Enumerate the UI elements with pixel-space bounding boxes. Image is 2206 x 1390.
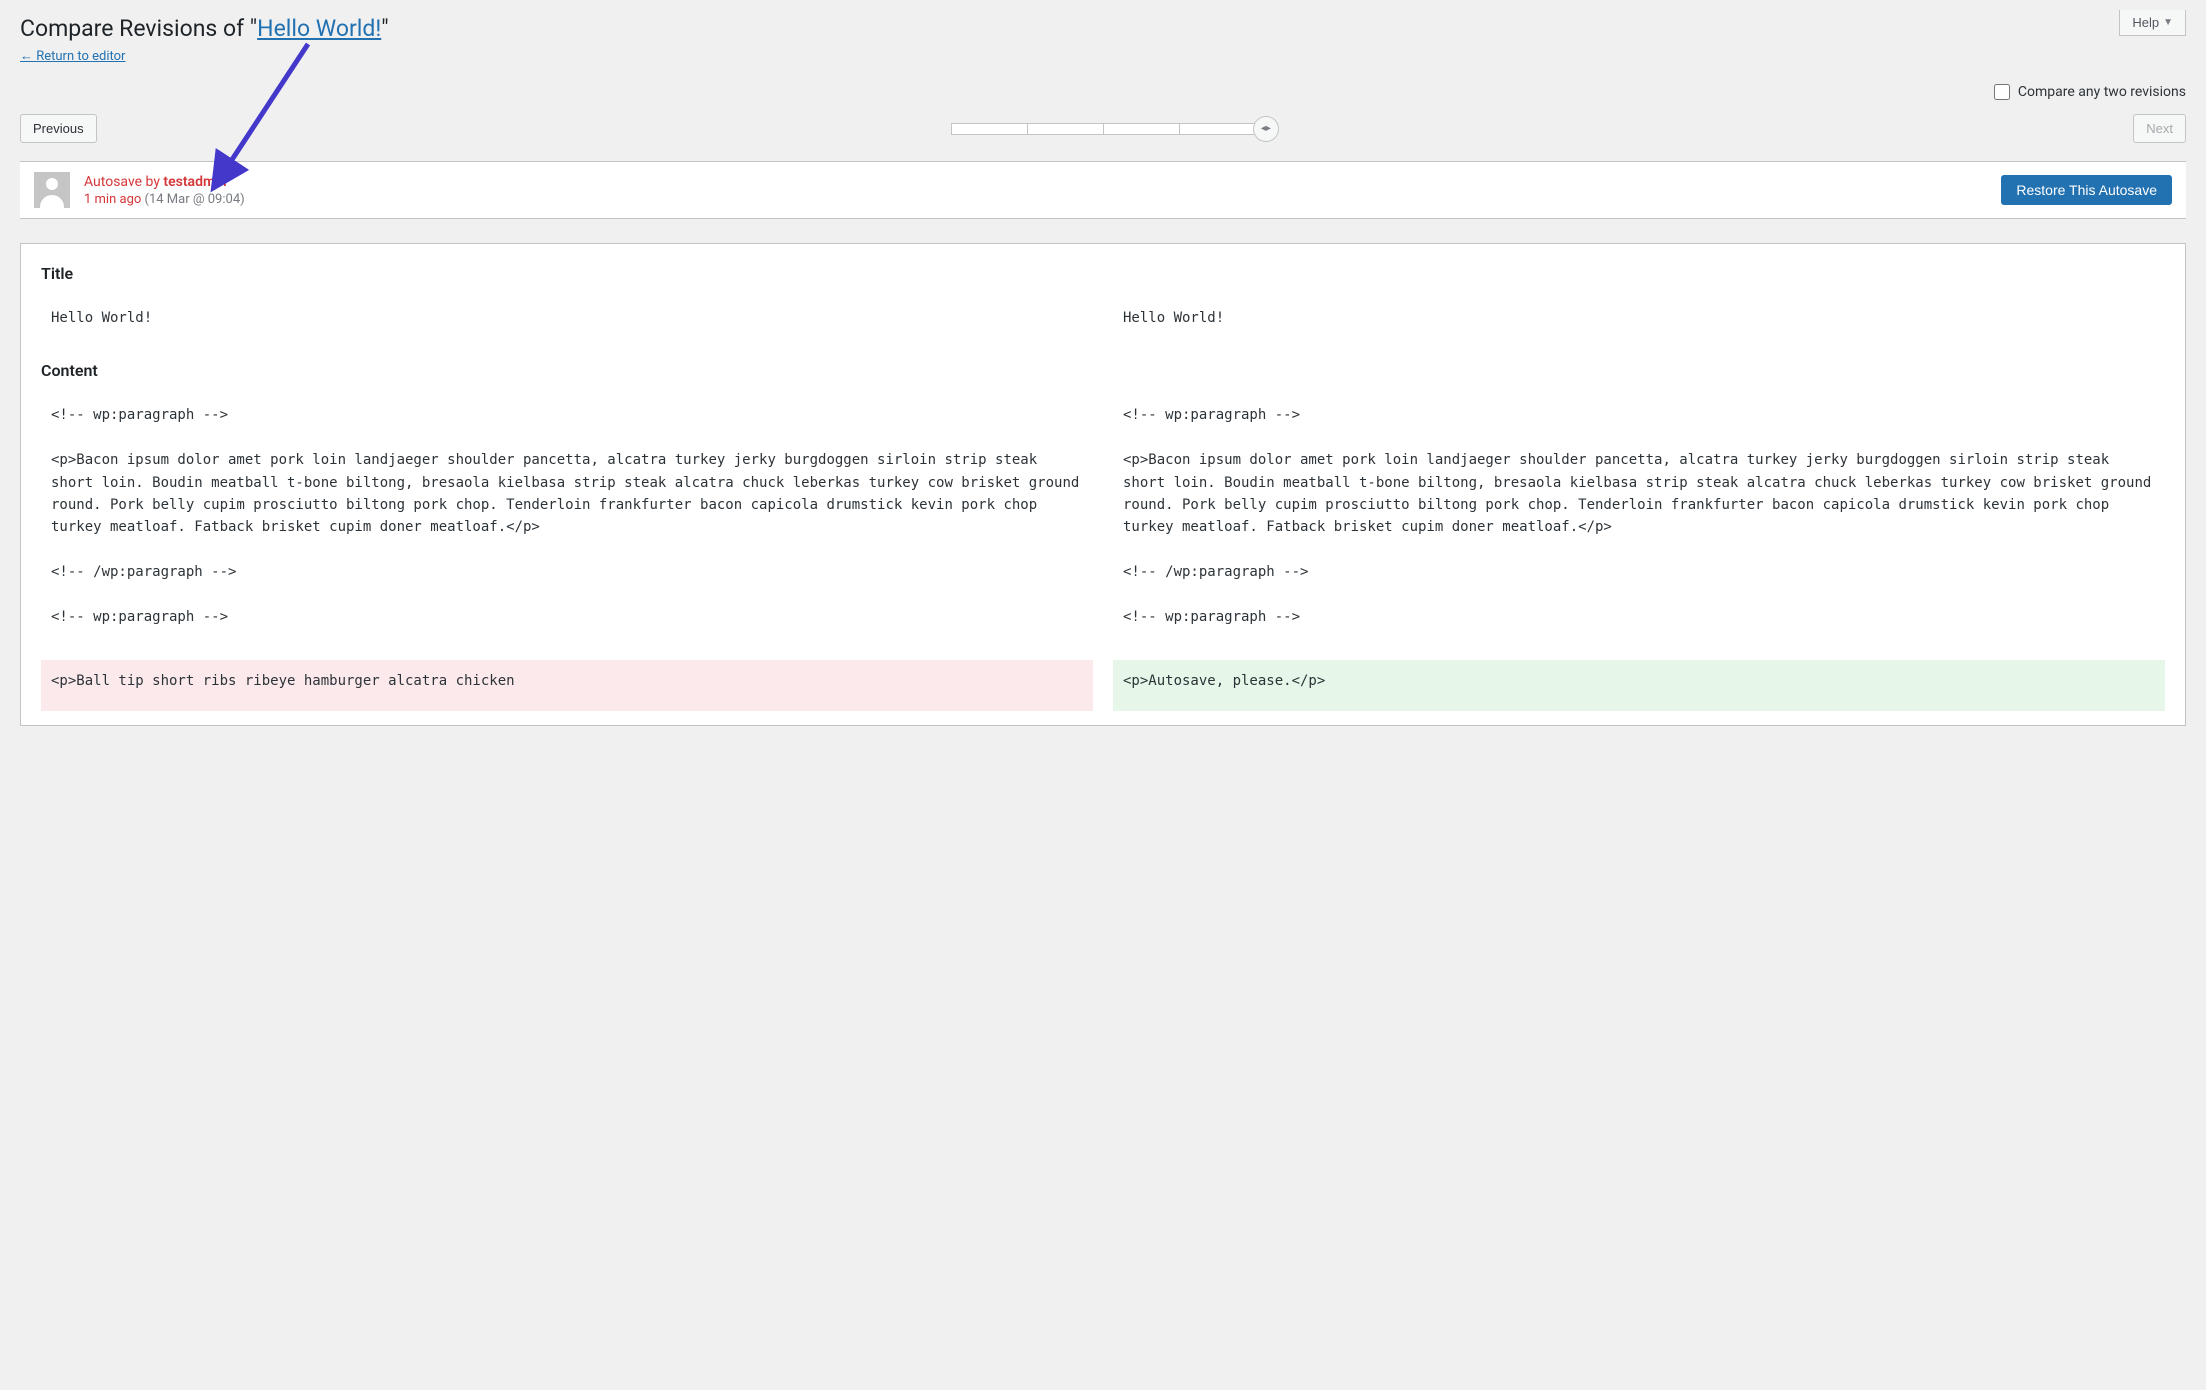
chevron-down-icon: ▼ <box>2163 17 2173 28</box>
content-right-added: <p>Autosave, please.</p> <box>1113 660 2165 710</box>
next-button: Next <box>2133 114 2186 143</box>
slider-segment <box>1104 124 1180 134</box>
content-right-block: <!-- wp:paragraph --> <p>Bacon ipsum dol… <box>1113 394 2165 646</box>
slider-track <box>951 123 1257 135</box>
slider-segment <box>952 124 1028 134</box>
compare-any-two-text: Compare any two revisions <box>2018 84 2186 100</box>
previous-button[interactable]: Previous <box>20 114 97 143</box>
return-to-editor-link[interactable]: ← Return to editor <box>20 48 125 64</box>
autosave-ago: 1 min ago <box>84 192 145 207</box>
autosave-timestamp: (14 Mar @ 09:04) <box>145 192 245 207</box>
avatar <box>34 172 70 208</box>
compare-any-two-checkbox-label[interactable]: Compare any two revisions <box>1994 84 2186 100</box>
autosave-time-line: 1 min ago (14 Mar @ 09:04) <box>84 192 245 207</box>
title-left: Hello World! <box>41 297 1093 347</box>
slider-handle[interactable]: ◂▸ <box>1253 116 1279 142</box>
help-label: Help <box>2132 15 2159 30</box>
help-button[interactable]: Help ▼ <box>2119 10 2186 36</box>
revision-slider[interactable]: ◂▸ <box>951 116 1279 142</box>
diff-container: Title Hello World! Hello World! Content … <box>20 243 2186 726</box>
compare-any-two-checkbox[interactable] <box>1994 84 2010 100</box>
title-heading: Title <box>41 264 2165 283</box>
content-left-block: <!-- wp:paragraph --> <p>Bacon ipsum dol… <box>41 394 1093 646</box>
content-left-removed: <p>Ball tip short ribs ribeye hamburger … <box>41 660 1093 710</box>
heading-prefix: Compare Revisions of " <box>20 15 257 42</box>
slider-segment <box>1028 124 1104 134</box>
slider-segment <box>1180 124 1256 134</box>
autosave-user: testadmin <box>163 174 226 190</box>
heading-suffix: " <box>381 15 388 42</box>
page-title: Compare Revisions of "Hello World!" <box>20 15 389 42</box>
title-right: Hello World! <box>1113 297 2165 347</box>
restore-autosave-button[interactable]: Restore This Autosave <box>2001 175 2172 205</box>
post-title-link[interactable]: Hello World! <box>257 15 381 42</box>
autosave-by-label: Autosave by <box>84 174 163 190</box>
content-heading: Content <box>41 361 2165 380</box>
revision-meta: Autosave by testadmin 1 min ago (14 Mar … <box>20 161 2186 219</box>
autosave-by-line: Autosave by testadmin <box>84 174 245 190</box>
